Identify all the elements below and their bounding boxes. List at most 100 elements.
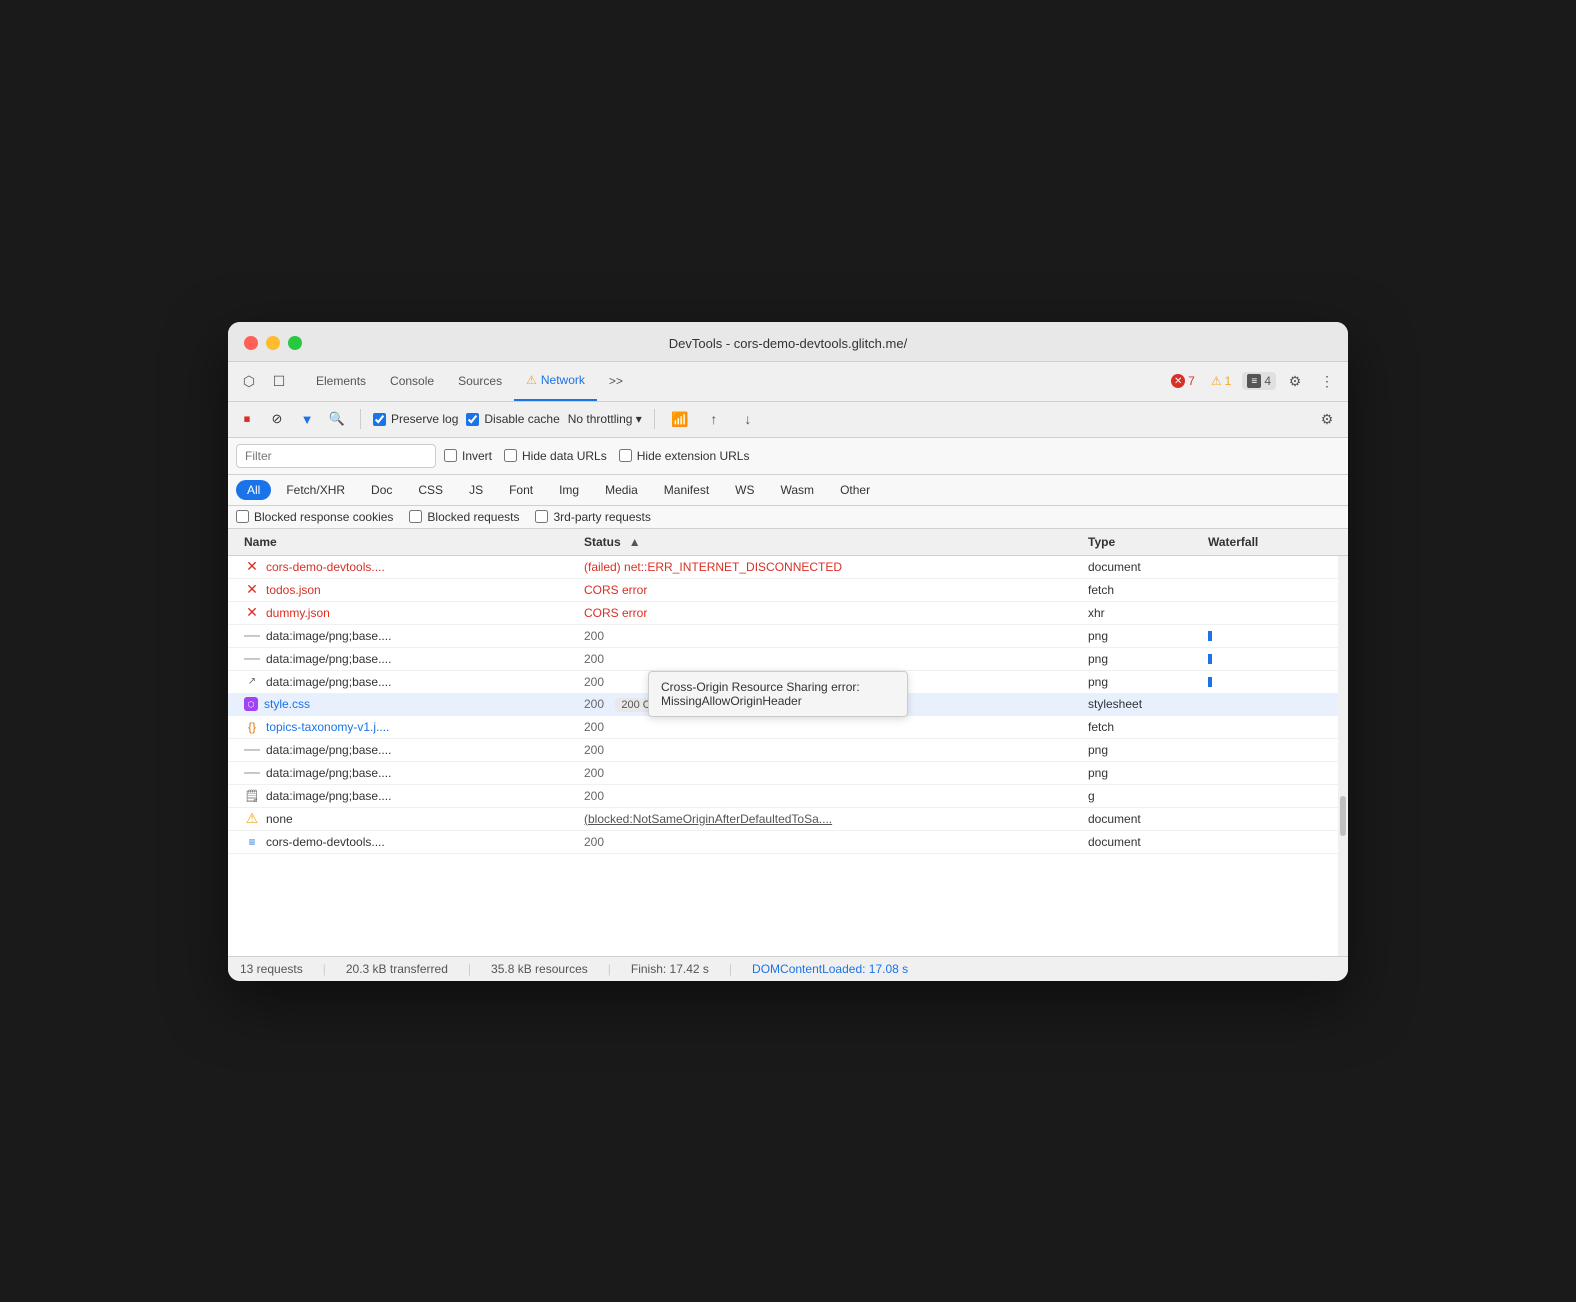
more-icon[interactable]: ⋮ — [1314, 368, 1340, 394]
tab-network[interactable]: ⚠ Network — [514, 361, 597, 401]
blocked-cookies-label[interactable]: Blocked response cookies — [236, 510, 393, 524]
css-icon: ⬡ — [244, 697, 258, 711]
minimize-button[interactable] — [266, 336, 280, 350]
toolbar-right: ✕ 7 ⚠ 1 ≡ 4 ⚙ ⋮ — [1166, 368, 1340, 394]
hide-ext-urls-label[interactable]: Hide extension URLs — [619, 449, 750, 463]
network-settings-icon[interactable]: ⚙ — [1314, 406, 1340, 432]
type-cell: document — [1080, 832, 1200, 852]
upload-icon[interactable]: ↑ — [701, 406, 727, 432]
error-icon: ✕ — [244, 605, 260, 621]
status-cell: CORS error — [576, 580, 1080, 600]
table-row[interactable]: — data:image/png;base.... 200 png — [228, 762, 1348, 785]
table-row[interactable]: ✕ todos.json CORS error fetch — [228, 579, 1348, 602]
row-name: data:image/png;base.... — [266, 652, 391, 666]
titlebar: DevTools - cors-demo-devtools.glitch.me/ — [228, 322, 1348, 362]
throttle-select[interactable]: No throttling ▾ — [568, 412, 642, 426]
blocked-requests-label[interactable]: Blocked requests — [409, 510, 519, 524]
table-row[interactable]: {} topics-taxonomy-v1.j.... 200 fetch — [228, 716, 1348, 739]
inspect-icon[interactable]: ⬡ — [236, 368, 262, 394]
type-cell: png — [1080, 649, 1200, 669]
type-btn-wasm[interactable]: Wasm — [770, 480, 826, 500]
maximize-button[interactable] — [288, 336, 302, 350]
table-row[interactable]: ⚠ none (blocked:NotSameOriginAfterDefaul… — [228, 808, 1348, 831]
row-name: data:image/png;base.... — [266, 743, 391, 757]
device-icon[interactable]: ☐ — [266, 368, 292, 394]
disable-cache-checkbox[interactable] — [466, 413, 479, 426]
type-btn-media[interactable]: Media — [594, 480, 649, 500]
invert-label[interactable]: Invert — [444, 449, 492, 463]
name-cell: ≡ cors-demo-devtools.... — [236, 831, 576, 853]
type-btn-css[interactable]: CSS — [407, 480, 454, 500]
disable-cache-label[interactable]: Disable cache — [466, 412, 559, 426]
table-row[interactable]: ✕ cors-demo-devtools.... (failed) net::E… — [228, 556, 1348, 579]
table-row[interactable]: ✕ dummy.json CORS error xhr — [228, 602, 1348, 625]
row-name: topics-taxonomy-v1.j.... — [266, 720, 389, 734]
preserve-log-checkbox[interactable] — [373, 413, 386, 426]
preserve-log-label[interactable]: Preserve log — [373, 412, 458, 426]
hide-data-urls-label[interactable]: Hide data URLs — [504, 449, 607, 463]
table-row[interactable]: — data:image/png;base.... 200 png — [228, 648, 1348, 671]
finish-time: Finish: 17.42 s — [631, 962, 709, 976]
table-row[interactable]: 🗒 data:image/png;base.... 200 g — [228, 785, 1348, 808]
row-name: data:image/png;base.... — [266, 675, 391, 689]
hide-data-urls-checkbox[interactable] — [504, 449, 517, 462]
hide-ext-urls-checkbox[interactable] — [619, 449, 632, 462]
tab-more[interactable]: >> — [597, 361, 635, 401]
stop-recording-button[interactable]: ⏹ — [236, 408, 258, 430]
domcontent-time: DOMContentLoaded: 17.08 s — [752, 962, 908, 976]
third-party-checkbox[interactable] — [535, 510, 548, 523]
clear-button[interactable]: ⊘ — [266, 408, 288, 430]
arrow-icon: ↗ — [244, 674, 260, 690]
table-row[interactable]: — data:image/png;base.... 200 png — [228, 625, 1348, 648]
waterfall-bar — [1208, 631, 1212, 641]
header-name[interactable]: Name — [236, 529, 576, 555]
filter-button[interactable]: ▼ — [296, 408, 318, 430]
type-cell: fetch — [1080, 717, 1200, 737]
waterfall-bar — [1208, 677, 1212, 687]
status-cell: 200 — [576, 763, 1080, 783]
third-party-label[interactable]: 3rd-party requests — [535, 510, 650, 524]
table-header: Name Status ▲ Type Waterfall — [228, 529, 1348, 556]
table-row[interactable]: ≡ cors-demo-devtools.... 200 document — [228, 831, 1348, 854]
type-btn-all[interactable]: All — [236, 480, 271, 500]
type-btn-img[interactable]: Img — [548, 480, 590, 500]
header-status[interactable]: Status ▲ — [576, 529, 1080, 555]
filter-input[interactable] — [236, 444, 436, 468]
download-icon[interactable]: ↓ — [735, 406, 761, 432]
tab-console[interactable]: Console — [378, 361, 446, 401]
transferred-size: 20.3 kB transferred — [346, 962, 448, 976]
error-badge: ✕ 7 — [1166, 372, 1200, 390]
type-btn-ws[interactable]: WS — [724, 480, 765, 500]
blocked-cookies-checkbox[interactable] — [236, 510, 249, 523]
tab-sources[interactable]: Sources — [446, 361, 514, 401]
type-btn-other[interactable]: Other — [829, 480, 881, 500]
tab-elements[interactable]: Elements — [304, 361, 378, 401]
type-btn-manifest[interactable]: Manifest — [653, 480, 720, 500]
header-waterfall[interactable]: Waterfall — [1200, 529, 1340, 555]
name-cell: — data:image/png;base.... — [236, 625, 576, 647]
dash-icon: — — [244, 742, 260, 758]
type-btn-fetch[interactable]: Fetch/XHR — [275, 480, 356, 500]
waterfall-cell — [1200, 587, 1340, 593]
name-cell: ↗ data:image/png;base.... — [236, 671, 576, 693]
name-cell: ✕ todos.json — [236, 579, 576, 601]
network-table-container: ✕ cors-demo-devtools.... (failed) net::E… — [228, 556, 1348, 956]
dash-icon: — — [244, 628, 260, 644]
search-button[interactable]: 🔍 — [326, 408, 348, 430]
type-cell: png — [1080, 672, 1200, 692]
table-row[interactable]: — data:image/png;base.... 200 png — [228, 739, 1348, 762]
type-btn-font[interactable]: Font — [498, 480, 544, 500]
settings-icon[interactable]: ⚙ — [1282, 368, 1308, 394]
wifi-icon[interactable]: 📶 — [667, 406, 693, 432]
type-btn-js[interactable]: JS — [458, 480, 494, 500]
row-name: cors-demo-devtools.... — [266, 835, 385, 849]
invert-checkbox[interactable] — [444, 449, 457, 462]
waterfall-cell — [1200, 651, 1340, 667]
type-btn-doc[interactable]: Doc — [360, 480, 403, 500]
sort-icon: ▲ — [629, 535, 641, 549]
header-type[interactable]: Type — [1080, 529, 1200, 555]
close-button[interactable] — [244, 336, 258, 350]
row-name: data:image/png;base.... — [266, 766, 391, 780]
type-cell: png — [1080, 763, 1200, 783]
blocked-requests-checkbox[interactable] — [409, 510, 422, 523]
